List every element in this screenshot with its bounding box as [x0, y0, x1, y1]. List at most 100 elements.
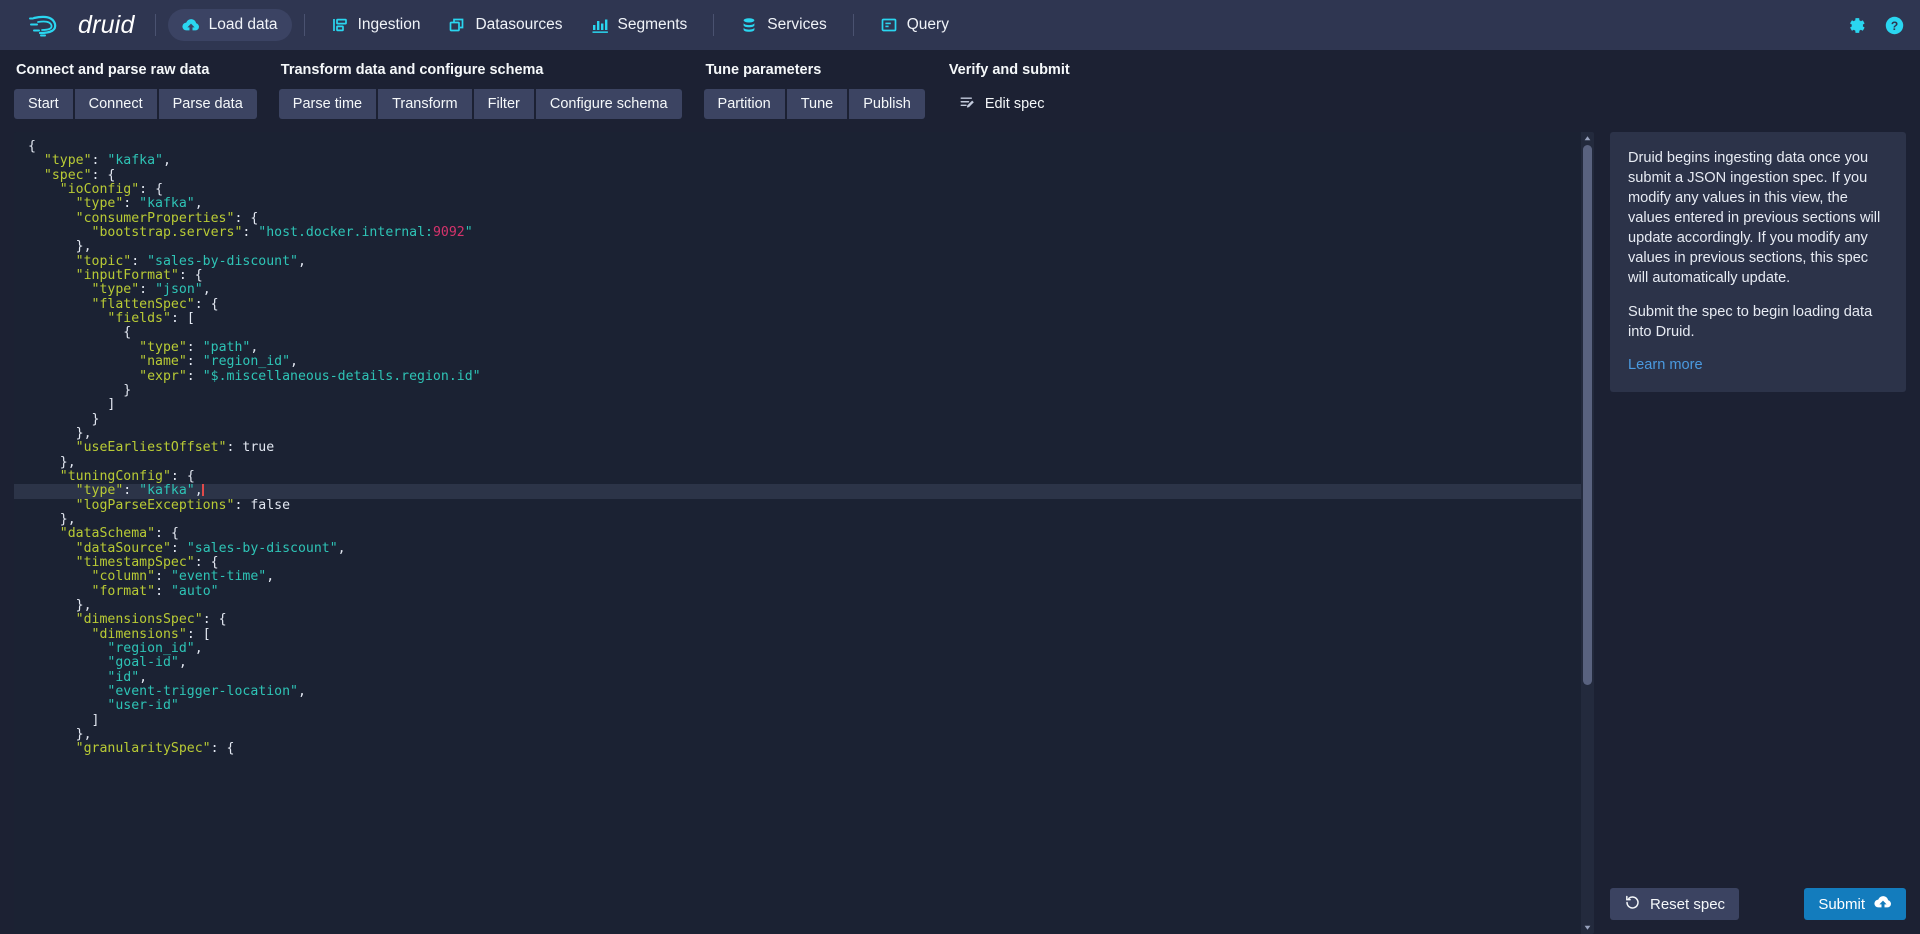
- code-token-punc: :: [170, 540, 187, 556]
- code-line[interactable]: },: [14, 426, 1594, 441]
- code-token-sp: [28, 483, 76, 498]
- code-line[interactable]: {: [14, 139, 1594, 154]
- step-group-title: Tune parameters: [705, 62, 822, 78]
- gear-icon[interactable]: [1844, 13, 1868, 37]
- submit-label: Submit: [1818, 895, 1865, 913]
- step-button-filter[interactable]: Filter: [473, 89, 534, 119]
- code-line[interactable]: "dataSchema": {: [14, 527, 1594, 541]
- code-line[interactable]: "flattenSpec": {: [14, 296, 1594, 312]
- step-button-tune[interactable]: Tune: [786, 89, 848, 119]
- code-token-punc: :: [131, 253, 148, 269]
- code-token-brace: {: [210, 296, 219, 312]
- code-token-brace: {: [210, 554, 219, 570]
- code-line[interactable]: {: [14, 326, 1594, 340]
- code-line[interactable]: "dimensionsSpec": {: [14, 613, 1594, 627]
- code-line[interactable]: "useEarliestOffset": true: [14, 441, 1594, 455]
- code-line[interactable]: "timestampSpec": {: [14, 554, 1594, 570]
- step-button-row: Parse time Transform Filter Configure sc…: [278, 89, 682, 119]
- nav-item-services[interactable]: Services: [726, 9, 840, 41]
- nav-item-datasources[interactable]: Datasources: [434, 9, 576, 41]
- code-line[interactable]: "goal-id",: [14, 656, 1594, 670]
- code-line[interactable]: "type": "json",: [14, 283, 1594, 297]
- code-line[interactable]: "format": "auto": [14, 584, 1594, 599]
- code-line[interactable]: "type": "kafka",: [14, 154, 1594, 168]
- code-token-num: 9092: [432, 225, 465, 241]
- code-line[interactable]: }: [14, 412, 1594, 427]
- code-line[interactable]: "ioConfig": {: [14, 182, 1594, 198]
- nav-item-ingestion[interactable]: Ingestion: [317, 9, 435, 41]
- json-editor-content[interactable]: { "type": "kafka", "spec": { "ioConfig":…: [14, 132, 1594, 934]
- code-token-key: "fields": [107, 311, 171, 327]
- code-line[interactable]: "event-trigger-location",: [14, 684, 1594, 700]
- code-line[interactable]: "column": "event-time",: [14, 570, 1594, 584]
- code-line[interactable]: "fields": [: [14, 311, 1594, 327]
- step-button-publish[interactable]: Publish: [849, 89, 925, 119]
- code-token-str: "kafka": [107, 153, 163, 169]
- step-button-connect[interactable]: Connect: [74, 89, 157, 119]
- step-button-parse-time[interactable]: Parse time: [278, 89, 377, 119]
- code-token-punc: ,: [139, 669, 148, 685]
- code-line[interactable]: "type": "kafka",: [14, 483, 1594, 499]
- code-line[interactable]: ]: [14, 398, 1594, 412]
- code-line[interactable]: "tuningConfig": {: [14, 468, 1594, 484]
- code-line[interactable]: },: [14, 455, 1594, 470]
- code-line[interactable]: },: [14, 512, 1594, 527]
- code-token-sp: [28, 655, 107, 670]
- code-token-brace: {: [186, 468, 195, 484]
- reset-spec-button[interactable]: Reset spec: [1610, 888, 1740, 920]
- code-line[interactable]: "type": "kafka",: [14, 197, 1594, 211]
- code-line[interactable]: "consumerProperties": {: [14, 211, 1594, 226]
- code-line[interactable]: },: [14, 727, 1594, 742]
- nav-item-query[interactable]: Query: [866, 9, 963, 41]
- editor-scrollbar[interactable]: [1581, 132, 1594, 934]
- step-button-start[interactable]: Start: [14, 89, 73, 119]
- learn-more-link[interactable]: Learn more: [1628, 357, 1703, 373]
- nav-item-segments[interactable]: Segments: [577, 9, 702, 41]
- code-line[interactable]: }: [14, 383, 1594, 398]
- scrollbar-track[interactable]: [1581, 145, 1594, 921]
- nav-item-label: Datasources: [475, 16, 563, 33]
- code-line[interactable]: "expr": "$.miscellaneous-details.region.…: [14, 369, 1594, 384]
- step-button-parse-data[interactable]: Parse data: [158, 89, 257, 119]
- json-spec-editor[interactable]: { "type": "kafka", "spec": { "ioConfig":…: [14, 132, 1594, 934]
- code-token-sp: [28, 455, 60, 470]
- code-token-sp: [28, 325, 123, 340]
- code-line[interactable]: "dataSource": "sales-by-discount",: [14, 540, 1594, 556]
- code-line[interactable]: "topic": "sales-by-discount",: [14, 253, 1594, 269]
- brand[interactable]: druid: [18, 0, 143, 50]
- nav-item-load-data[interactable]: Load data: [167, 9, 292, 41]
- scrollbar-thumb[interactable]: [1583, 145, 1592, 685]
- code-line[interactable]: "bootstrap.servers": "host.docker.intern…: [14, 225, 1594, 241]
- code-token-sp: [28, 741, 76, 756]
- code-line[interactable]: "logParseExceptions": false: [14, 498, 1594, 513]
- code-token-brace: {: [155, 182, 164, 198]
- code-line[interactable]: "user-id": [14, 699, 1594, 713]
- code-token-punc: ,: [83, 598, 92, 613]
- step-button-partition[interactable]: Partition: [703, 89, 785, 119]
- step-button-edit-spec[interactable]: Edit spec: [947, 89, 1057, 119]
- step-button-configure-schema[interactable]: Configure schema: [535, 89, 682, 119]
- code-token-str: "event-trigger-location": [107, 684, 298, 700]
- code-line[interactable]: "type": "path",: [14, 340, 1594, 355]
- code-token-bool: true: [242, 440, 275, 456]
- code-line[interactable]: "id",: [14, 669, 1594, 685]
- code-line[interactable]: "granularitySpec": {: [14, 742, 1594, 756]
- code-line[interactable]: "name": "region_id",: [14, 354, 1594, 369]
- code-line[interactable]: },: [14, 598, 1594, 613]
- code-token-key: "tuningConfig": [59, 468, 171, 484]
- code-line[interactable]: "spec": {: [14, 168, 1594, 183]
- submit-button[interactable]: Submit: [1804, 888, 1906, 920]
- code-token-key: "type": [91, 282, 140, 298]
- help-icon[interactable]: ?: [1882, 13, 1906, 37]
- code-token-sp: [28, 440, 76, 455]
- code-line[interactable]: },: [14, 240, 1594, 254]
- code-line[interactable]: "region_id",: [14, 641, 1594, 656]
- step-button-transform[interactable]: Transform: [378, 89, 472, 119]
- code-token-punc: :: [139, 182, 156, 198]
- scroll-down-arrow-icon[interactable]: [1581, 921, 1594, 934]
- code-token-punc: :: [170, 311, 187, 327]
- code-line[interactable]: ]: [14, 713, 1594, 728]
- code-line[interactable]: "dimensions": [: [14, 627, 1594, 642]
- scroll-up-arrow-icon[interactable]: [1581, 132, 1594, 145]
- code-line[interactable]: "inputFormat": {: [14, 268, 1594, 283]
